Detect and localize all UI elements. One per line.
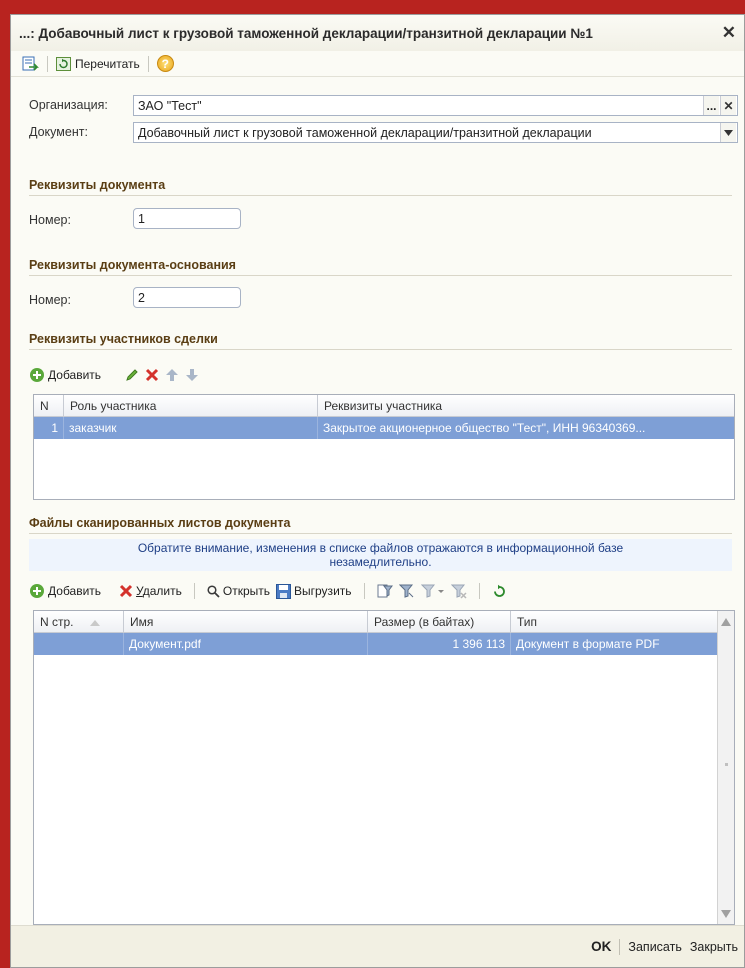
document-window: ...: Добавочный лист к грузовой таможенн… [10, 14, 745, 968]
file-name: Документ.pdf [124, 633, 368, 655]
section-base-requisites: Реквизиты документа-основания [29, 258, 732, 276]
toolbar-separator [193, 583, 195, 599]
edit-icon[interactable] [125, 368, 139, 382]
table-row[interactable]: Документ.pdf 1 396 113 Документ в формат… [34, 633, 718, 655]
save-button[interactable]: Записать [628, 940, 681, 954]
participants-table-header: N Роль участника Реквизиты участника [34, 395, 734, 417]
file-type: Документ в формате PDF [516, 637, 660, 651]
toolbar-separator [363, 583, 365, 599]
toolbar: Перечитать ? [11, 51, 744, 77]
files-add-button[interactable]: Добавить [29, 583, 101, 599]
info-banner-line1: Обратите внимание, изменения в списке фа… [137, 541, 624, 555]
refresh-icon [56, 56, 71, 71]
files-table[interactable]: N стр. Имя Размер (в байтах) Тип Докумен… [33, 610, 735, 925]
file-size: 1 396 113 [368, 633, 511, 655]
scroll-thumb-grip[interactable] [725, 763, 728, 766]
reread-button[interactable]: Перечитать [54, 53, 142, 75]
filter-by-value-icon[interactable] [377, 583, 393, 599]
sort-icon [89, 619, 100, 626]
files-export-label: Выгрузить [294, 584, 352, 598]
org-label: Организация: [29, 98, 108, 112]
participants-toolbar: Добавить [29, 364, 199, 386]
help-icon: ? [156, 55, 174, 72]
org-value: ЗАО "Тест" [138, 98, 202, 113]
participants-table[interactable]: N Роль участника Реквизиты участника 1 з… [33, 394, 735, 500]
info-banner-line2: незамедлительно. [329, 555, 432, 569]
column-header[interactable]: N стр. [34, 611, 124, 633]
table-row[interactable]: 1 заказчик Закрытое акционерное общество… [34, 417, 734, 439]
title-bar: ...: Добавочный лист к грузовой таможенн… [11, 15, 744, 51]
files-delete-button[interactable]: Удалить [119, 584, 182, 598]
toolbar-separator [147, 55, 149, 72]
reread-label: Перечитать [75, 56, 140, 71]
search-icon [207, 584, 220, 598]
number-label: Номер: [29, 213, 71, 227]
filter-icon[interactable] [398, 583, 415, 599]
column-page-label: N стр. [40, 615, 74, 629]
refresh-icon[interactable] [492, 584, 507, 599]
chevron-down-icon [724, 129, 733, 136]
doc-dropdown-button[interactable] [720, 123, 736, 142]
scroll-down-icon[interactable] [721, 910, 731, 918]
document-post-icon [21, 56, 39, 72]
doc-select[interactable]: Добавочный лист к грузовой таможенной де… [133, 122, 738, 143]
base-number-field[interactable]: 2 [133, 287, 241, 308]
doc-label: Документ: [29, 125, 88, 139]
footer-bar: OK Записать Закрыть [11, 925, 744, 967]
add-icon [29, 367, 45, 383]
help-button[interactable]: ? [155, 53, 176, 75]
post-document-button[interactable] [19, 53, 41, 75]
column-header[interactable]: Размер (в байтах) [368, 611, 511, 633]
clear-filter-icon[interactable] [450, 583, 467, 599]
files-toolbar: Добавить Удалить Открыть Выгрузить [29, 580, 507, 602]
number-value: 1 [138, 211, 145, 226]
column-header[interactable]: Роль участника [64, 395, 318, 417]
number-field[interactable]: 1 [133, 208, 241, 229]
base-number-label: Номер: [29, 293, 71, 307]
ok-button[interactable]: OK [591, 939, 611, 954]
toolbar-separator [478, 583, 480, 599]
participant-details: Закрытое акционерное общество "Тест", ИН… [323, 421, 646, 435]
org-clear-button[interactable]: ✕ [720, 96, 736, 115]
participants-add-label: Добавить [48, 368, 102, 382]
delete-icon [119, 584, 133, 598]
column-header[interactable]: Имя [124, 611, 368, 633]
column-header[interactable]: Тип [511, 611, 718, 633]
participant-role: заказчик [64, 417, 318, 439]
files-open-button[interactable]: Открыть [207, 584, 270, 598]
files-delete-label: Удалить [136, 584, 182, 598]
row-number: 1 [34, 417, 64, 439]
add-icon [29, 583, 45, 599]
delete-icon[interactable] [145, 368, 159, 382]
base-number-value: 2 [138, 290, 145, 305]
doc-value: Добавочный лист к грузовой таможенной де… [138, 125, 592, 140]
window-title: ...: Добавочный лист к грузовой таможенн… [19, 25, 593, 41]
files-table-header: N стр. Имя Размер (в байтах) Тип [34, 611, 734, 633]
move-down-icon[interactable] [185, 368, 199, 382]
toolbar-separator [47, 55, 48, 72]
participants-add-button[interactable]: Добавить [29, 367, 101, 383]
footer-separator [619, 938, 621, 955]
move-up-icon[interactable] [165, 368, 179, 382]
column-header[interactable]: N [34, 395, 64, 417]
org-field[interactable]: ЗАО "Тест" [133, 95, 738, 116]
close-icon[interactable]: ✕ [720, 23, 738, 43]
section-doc-requisites: Реквизиты документа [29, 178, 732, 196]
save-disk-icon [276, 583, 292, 599]
section-files: Файлы сканированных листов документа [29, 516, 732, 534]
scroll-up-icon[interactable] [721, 618, 731, 626]
files-open-label: Открыть [222, 584, 271, 598]
file-page-number [34, 633, 124, 655]
org-select-button[interactable]: ... [703, 96, 719, 115]
column-header[interactable]: Реквизиты участника [318, 395, 734, 417]
files-export-button[interactable]: Выгрузить [276, 583, 352, 599]
files-scrollbar[interactable] [717, 611, 734, 924]
filter-history-icon[interactable] [420, 583, 445, 599]
info-banner: Обратите внимание, изменения в списке фа… [29, 539, 732, 571]
close-button[interactable]: Закрыть [690, 940, 738, 954]
files-add-label: Добавить [48, 584, 102, 598]
section-participants: Реквизиты участников сделки [29, 332, 732, 350]
